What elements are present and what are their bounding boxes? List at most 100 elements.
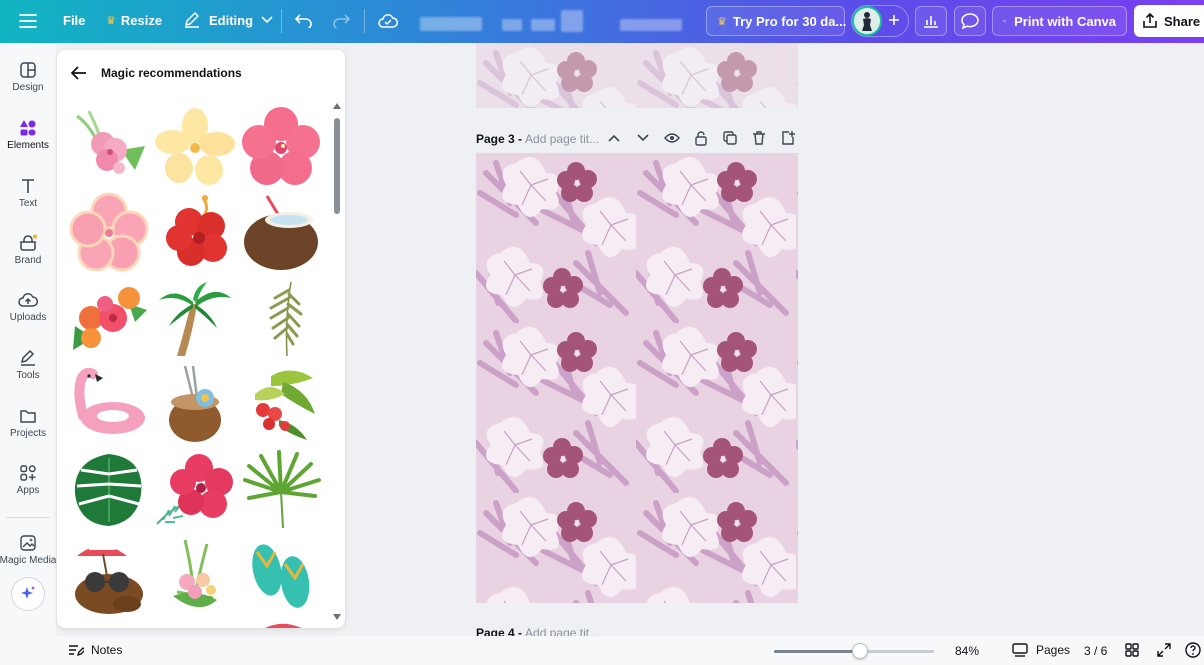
fan-palm-leaf-icon — [243, 450, 321, 529]
cloud-save-status[interactable] — [371, 4, 405, 38]
rail-item-tools[interactable]: Tools — [0, 349, 56, 381]
editing-mode-dropdown[interactable]: Editing — [183, 11, 273, 29]
eye-icon — [664, 133, 680, 143]
design-title-obscured — [620, 19, 682, 31]
grid-item-flower-bouquet[interactable] — [155, 536, 235, 616]
grid-item-pink-hibiscus[interactable] — [241, 106, 321, 186]
crown-icon: ♛ — [717, 15, 727, 28]
user-avatar-icon — [862, 12, 872, 31]
grid-item-partial[interactable] — [241, 622, 321, 628]
lock-page-button[interactable] — [692, 128, 710, 148]
page-3-label: Page 3 - — [476, 132, 523, 146]
grid-item-fan-palm-leaf[interactable] — [241, 450, 321, 530]
insights-button[interactable] — [915, 6, 947, 36]
redo-button[interactable] — [324, 4, 358, 38]
help-icon — [1185, 642, 1201, 658]
print-with-canva-button[interactable]: Print with Canva — [992, 6, 1127, 36]
grid-item-palm-tree[interactable] — [155, 278, 235, 358]
panel-header: Magic recommendations — [57, 50, 345, 96]
rail-item-text[interactable]: Text — [0, 177, 56, 209]
help-button[interactable] — [1185, 642, 1201, 663]
file-menu-button[interactable]: File — [63, 13, 85, 28]
hamburger-icon — [19, 14, 37, 28]
grid-item-palm-leaf[interactable] — [241, 278, 321, 358]
toolbar-divider — [364, 9, 365, 33]
tropical-leaves-flowers-icon — [255, 370, 315, 440]
pages-button[interactable]: Pages — [1012, 643, 1070, 657]
beach-coconut-sunglasses-icon — [75, 546, 143, 614]
grid-item-hibiscus-with-leaf[interactable] — [155, 450, 235, 530]
rail-item-elements[interactable]: Elements — [0, 119, 56, 151]
rail-item-label: Tools — [16, 370, 40, 381]
share-upload-icon — [1143, 13, 1157, 28]
plus-icon — [889, 15, 899, 25]
design-title-obscured — [561, 10, 583, 32]
rail-item-brand[interactable]: Brand — [0, 234, 56, 266]
avatar[interactable] — [852, 6, 882, 36]
fullscreen-button[interactable] — [1157, 643, 1171, 662]
toolbar-divider — [281, 9, 282, 33]
panel-scrollbar-thumb[interactable] — [334, 118, 340, 214]
grid-item-plumeria-flower[interactable] — [155, 106, 235, 186]
rail-item-magic-media[interactable]: Magic Media — [0, 534, 56, 566]
main-menu-button[interactable] — [11, 4, 45, 38]
grid-item-hibiscus-bouquet[interactable] — [69, 106, 149, 186]
grid-view-button[interactable] — [1125, 643, 1139, 662]
grid-item-pink-hibiscus-outline[interactable] — [69, 192, 149, 272]
zoom-level-button[interactable]: 84% — [955, 644, 979, 658]
scroll-down-arrow-icon[interactable] — [332, 613, 342, 621]
comment-icon — [961, 13, 979, 29]
rail-item-apps[interactable]: Apps — [0, 464, 56, 496]
grid-item-tropical-flowers-bunch[interactable] — [69, 278, 149, 358]
page-down-button[interactable] — [634, 128, 652, 148]
rail-item-projects[interactable]: Projects — [0, 407, 56, 439]
notes-button[interactable]: Notes — [68, 643, 122, 657]
panel-title: Magic recommendations — [101, 66, 242, 80]
zoom-slider-handle[interactable] — [852, 643, 868, 659]
grid-item-beach-coconut-sunglasses[interactable] — [69, 536, 149, 616]
grid-item-red-hibiscus[interactable] — [155, 192, 235, 272]
rail-item-label: Brand — [14, 255, 42, 266]
add-page-button[interactable] — [779, 128, 797, 148]
grid-item-coconut-cocktail[interactable] — [155, 364, 235, 444]
page-up-button[interactable] — [605, 128, 623, 148]
flamingo-float-icon — [74, 367, 145, 434]
coconut-cocktail-icon — [169, 365, 221, 442]
magic-assistant-button[interactable] — [11, 577, 45, 611]
duplicate-page-button[interactable] — [721, 128, 739, 148]
partial-element-icon — [264, 623, 302, 628]
page-2-pattern — [476, 43, 798, 108]
trash-icon — [753, 131, 765, 145]
grid-item-flip-flops[interactable] — [241, 536, 321, 616]
rail-item-design[interactable]: Design — [0, 61, 56, 93]
rail-item-label: Design — [12, 82, 44, 93]
notes-label: Notes — [91, 643, 123, 657]
scroll-up-arrow-icon[interactable] — [332, 102, 342, 110]
notes-icon — [69, 645, 84, 657]
comments-button[interactable] — [954, 6, 986, 36]
flip-flops-icon — [252, 544, 310, 608]
undo-button[interactable] — [287, 4, 321, 38]
page-3-title-input[interactable]: Add page tit... — [525, 132, 599, 146]
back-arrow-icon[interactable] — [71, 66, 87, 80]
grid-item-coconut-drink[interactable] — [241, 192, 321, 272]
elements-panel: Magic recommendations — [57, 50, 345, 628]
rail-item-label: Magic Media — [0, 555, 57, 566]
resize-button[interactable]: ♛ Resize — [106, 13, 162, 28]
grid-item-tropical-leaves-flowers[interactable] — [241, 364, 321, 444]
design-title-obscured[interactable] — [420, 17, 482, 31]
try-pro-button[interactable]: ♛ Try Pro for 30 da... — [706, 6, 846, 36]
grid-item-flamingo-float[interactable] — [69, 364, 149, 444]
share-button[interactable]: Share — [1134, 5, 1204, 37]
rail-item-uploads[interactable]: Uploads — [0, 291, 56, 323]
monstera-leaf-icon — [74, 454, 142, 526]
page-4-title-input[interactable]: Add page tit... — [525, 626, 599, 636]
page-3-canvas[interactable] — [476, 153, 798, 603]
hide-page-button[interactable] — [663, 128, 681, 148]
invite-button[interactable] — [884, 10, 904, 30]
delete-page-button[interactable] — [750, 128, 768, 148]
page-2-canvas-partial[interactable] — [476, 43, 798, 108]
grid-item-monstera-leaf[interactable] — [69, 450, 149, 530]
pink-hibiscus-outline-icon — [69, 192, 149, 272]
page-counter[interactable]: 3 / 6 — [1084, 644, 1107, 658]
